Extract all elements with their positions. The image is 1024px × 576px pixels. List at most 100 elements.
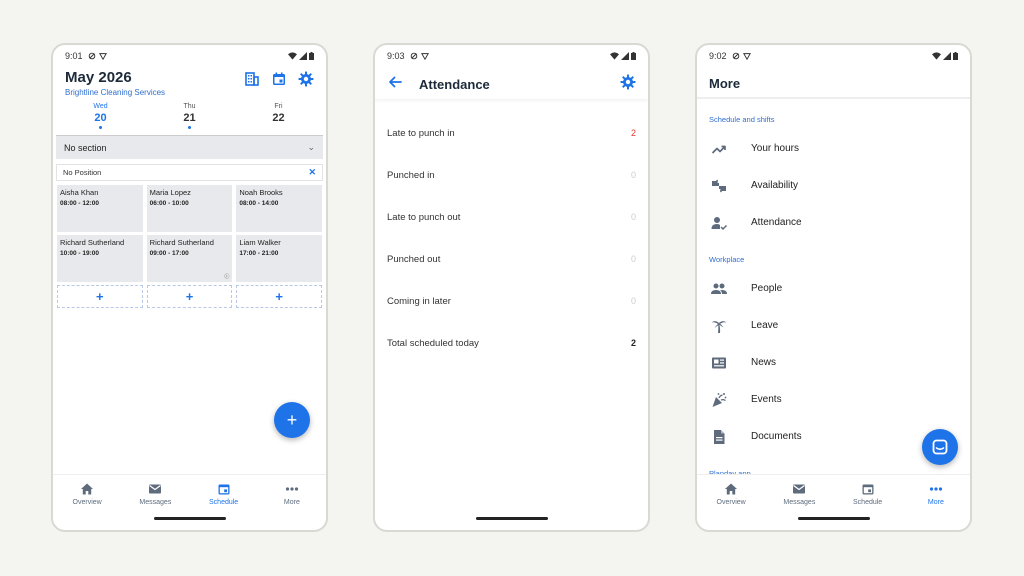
status-bar: 9:01: [53, 45, 326, 67]
status-right-icons: [932, 52, 958, 60]
signal-icon: [621, 52, 629, 60]
shift-time: 08:00 - 14:00: [239, 200, 279, 207]
day-selector: Wed 20 Thu 21 Fri 22: [56, 103, 323, 129]
attendance-row[interactable]: Late to punch out 0: [375, 196, 648, 238]
add-shift-button[interactable]: +: [146, 285, 233, 308]
status-notification-icons: [410, 52, 429, 60]
menu-item-people[interactable]: People: [697, 270, 970, 307]
attendance-label: Total scheduled today: [387, 337, 479, 349]
attendance-label: Late to punch in: [387, 127, 455, 139]
attendance-label: Punched in: [387, 169, 435, 181]
day-date: 20: [94, 112, 107, 124]
section-heading-schedule: Schedule and shifts: [709, 115, 775, 124]
add-shift-button[interactable]: +: [57, 285, 143, 308]
tab-more[interactable]: More: [258, 475, 326, 512]
phone-schedule-screen: 9:01 May 2026 Brightline Cleaning Servic…: [51, 43, 328, 532]
day-date: 22: [272, 112, 285, 124]
shift-card[interactable]: Richard Sutherland 09:00 - 17:00 ⓘ: [146, 235, 233, 282]
tab-schedule[interactable]: Schedule: [190, 475, 258, 512]
tab-label: More: [927, 498, 944, 506]
newspaper-icon: [712, 357, 726, 368]
building-icon[interactable]: [244, 71, 260, 87]
shift-employee: Richard Sutherland: [60, 238, 125, 247]
day-wed[interactable]: Wed 20: [56, 103, 145, 129]
more-header: More: [697, 69, 970, 99]
add-shift-button[interactable]: +: [236, 285, 322, 308]
person-check-icon: [711, 216, 727, 230]
signal-icon: [299, 52, 307, 60]
battery-icon: [631, 52, 636, 60]
attendance-row[interactable]: Late to punch in 2: [375, 112, 648, 154]
menu-item-your-hours[interactable]: Your hours: [697, 130, 970, 167]
menu-item-events[interactable]: Events: [697, 381, 970, 418]
calendar-icon[interactable]: [271, 71, 287, 87]
phone-attendance-screen: 9:03 Attendance Late to punch in 2 Punch…: [373, 43, 650, 532]
menu-item-label: Events: [751, 394, 782, 405]
tab-messages[interactable]: Messages: [765, 475, 833, 512]
day-name: Fri: [274, 103, 283, 110]
attendance-label: Punched out: [387, 253, 441, 265]
vpn-icon: [98, 53, 107, 60]
vpn-icon: [420, 53, 429, 60]
status-time: 9:01: [65, 51, 83, 61]
tab-overview[interactable]: Overview: [53, 475, 121, 512]
gear-icon[interactable]: [298, 71, 314, 87]
attendance-row[interactable]: Coming in later 0: [375, 280, 648, 322]
menu-item-availability[interactable]: Availability: [697, 167, 970, 204]
shield-icon: [732, 52, 739, 60]
tab-label: Schedule: [853, 498, 883, 506]
attendance-row[interactable]: Total scheduled today 2: [375, 322, 648, 364]
shield-icon: [410, 52, 417, 60]
tab-label: Overview: [716, 498, 746, 506]
thumbs-icon: [712, 179, 726, 192]
add-fab-button[interactable]: +: [274, 402, 310, 438]
shift-employee: Maria Lopez: [149, 188, 191, 197]
menu-item-attendance[interactable]: Attendance: [697, 204, 970, 241]
attendance-row[interactable]: Punched in 0: [375, 154, 648, 196]
back-arrow-icon[interactable]: [387, 74, 403, 95]
position-label: No Position: [63, 168, 102, 177]
chat-support-button[interactable]: [922, 429, 958, 465]
attendance-row[interactable]: Punched out 0: [375, 238, 648, 280]
bottom-tab-bar: Overview Messages Schedule More: [697, 474, 970, 512]
more-dots-icon: [285, 486, 298, 491]
day-name: Wed: [93, 103, 108, 110]
gear-icon[interactable]: [620, 74, 636, 95]
section-dropdown[interactable]: No section ⌄: [56, 135, 323, 159]
signal-icon: [943, 52, 951, 60]
day-date: 21: [183, 112, 196, 124]
day-fri[interactable]: Fri 22: [234, 103, 323, 129]
shift-time: 08:00 - 12:00: [60, 200, 100, 207]
position-filter: No Position ✕: [56, 164, 323, 181]
home-icon: [81, 483, 94, 494]
tab-schedule[interactable]: Schedule: [834, 475, 902, 512]
tab-messages[interactable]: Messages: [121, 475, 189, 512]
shift-card[interactable]: Liam Walker 17:00 - 21:00: [236, 235, 322, 282]
attendance-count: 0: [630, 212, 636, 222]
tab-more[interactable]: More: [902, 475, 970, 512]
tab-overview[interactable]: Overview: [697, 475, 765, 512]
wifi-icon: [288, 52, 297, 60]
vpn-icon: [742, 53, 751, 60]
shift-time: 17:00 - 21:00: [239, 250, 279, 257]
day-name: Thu: [183, 103, 196, 110]
status-right-icons: [610, 52, 636, 60]
day-thu[interactable]: Thu 21: [145, 103, 234, 129]
more-dots-icon: [929, 486, 942, 491]
tab-label: Messages: [139, 498, 172, 506]
shift-employee: Noah Brooks: [239, 188, 283, 197]
menu-item-news[interactable]: News: [697, 344, 970, 381]
menu-item-leave[interactable]: Leave: [697, 307, 970, 344]
mail-icon: [149, 484, 162, 493]
phone-more-screen: 9:02 More Schedule and shifts Your hours…: [695, 43, 972, 532]
attendance-label: Coming in later: [387, 295, 451, 307]
shift-card[interactable]: Maria Lopez 06:00 - 10:00: [146, 185, 233, 232]
battery-icon: [309, 52, 314, 60]
shift-card[interactable]: Richard Sutherland 10:00 - 19:00: [57, 235, 143, 282]
shift-card[interactable]: Noah Brooks 08:00 - 14:00: [236, 185, 322, 232]
calendar-icon: [218, 484, 230, 494]
shift-time: 06:00 - 10:00: [149, 200, 189, 207]
status-time: 9:03: [387, 51, 405, 61]
close-icon[interactable]: ✕: [308, 167, 316, 178]
shift-card[interactable]: Aisha Khan 08:00 - 12:00: [57, 185, 143, 232]
